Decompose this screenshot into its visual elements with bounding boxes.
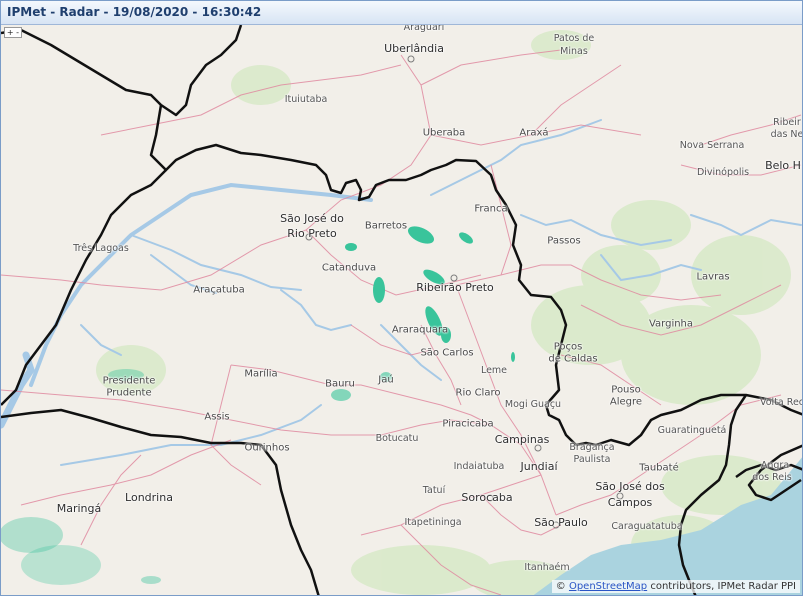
map-label: Três Lagoas	[73, 242, 129, 254]
map-label: Araraquara	[391, 324, 449, 336]
openstreetmap-link[interactable]: OpenStreetMap	[569, 581, 647, 592]
map-label: Jundiaí	[520, 459, 558, 473]
map-label: Nova Serrana	[679, 139, 745, 151]
map-label: Rio Preto	[287, 226, 337, 240]
map-label: Taubaté	[639, 462, 679, 474]
window-title: IPMet - Radar - 19/08/2020 - 16:30:42	[7, 5, 262, 19]
map-label: Poços	[553, 341, 583, 353]
map-base-layer	[1, 25, 802, 595]
map-label: Guaratinguetá	[657, 424, 727, 436]
map-label: Botucatu	[375, 432, 419, 444]
map-label: São José do	[280, 211, 344, 225]
map-label: Angra	[760, 459, 790, 471]
map-label: Indaiatuba	[453, 460, 505, 472]
map-label: Volta Rec	[759, 396, 803, 408]
map-label: Divinópolis	[696, 166, 750, 178]
map-label: de Caldas	[548, 353, 598, 365]
radar-map[interactable]: Araguari Patos de Minas Uberlândia Ituiu…	[1, 25, 803, 595]
map-attribution: © OpenStreetMap contributors, IPMet Rada…	[551, 580, 800, 593]
map-label: Barretos	[364, 220, 408, 232]
map-label: Leme	[480, 364, 508, 376]
radar-window: IPMet - Radar - 19/08/2020 - 16:30:42 Ar…	[0, 0, 803, 596]
map-label: Belo H	[765, 158, 801, 172]
map-label: Franca	[474, 203, 508, 215]
map-label: Uberlândia	[384, 41, 444, 55]
map-label: Campos	[607, 495, 653, 509]
map-label: Bragança	[569, 441, 615, 453]
map-label: Alegre	[609, 396, 643, 408]
map-label: Londrina	[125, 490, 173, 504]
map-label: Maringá	[56, 501, 102, 515]
map-label: Araçatuba	[193, 284, 245, 296]
map-label: Lavras	[696, 271, 730, 283]
map-label: Rio Claro	[455, 387, 501, 399]
map-label: Paulista	[573, 453, 611, 465]
map-label: Tatuí	[422, 484, 446, 496]
map-label: Itapetininga	[404, 516, 462, 528]
map-label: Marília	[244, 368, 278, 380]
map-label: Caraguatatuba	[611, 520, 683, 532]
map-label: Patos de	[553, 32, 595, 44]
map-label: das Ne	[770, 128, 803, 140]
map-label: Passos	[547, 235, 581, 247]
map-label: Presidente	[102, 375, 156, 387]
map-label: dos Reis	[752, 471, 792, 483]
map-label: São José dos	[595, 479, 665, 493]
map-label: Ribeir	[773, 116, 801, 128]
map-label: Varginha	[648, 318, 694, 330]
map-label: Assis	[204, 411, 230, 423]
map-label: Ourinhos	[244, 442, 290, 454]
map-label: Prudente	[106, 387, 152, 399]
map-label: Araxá	[519, 127, 549, 139]
map-label: Bauru	[325, 378, 355, 390]
map-label: Minas	[560, 45, 588, 57]
map-label: Ribeirão Preto	[416, 280, 494, 294]
title-bar: IPMet - Radar - 19/08/2020 - 16:30:42	[1, 1, 802, 25]
map-label: Araguari	[403, 25, 445, 33]
map-label: Pouso	[611, 384, 641, 396]
map-label: Jaú	[378, 374, 394, 386]
map-label: Itanhaém	[524, 561, 570, 573]
map-label: Piracicaba	[442, 418, 494, 430]
zoom-control[interactable]: + -	[4, 27, 22, 38]
map-label: São Paulo	[534, 515, 588, 529]
map-label: Mogi Guaçu	[504, 398, 562, 410]
attribution-suffix: contributors, IPMet Radar PPI	[647, 581, 796, 592]
map-label: Sorocaba	[461, 490, 513, 504]
attribution-prefix: ©	[555, 581, 569, 592]
map-label: Campinas	[494, 432, 550, 446]
map-label: Catanduva	[321, 262, 377, 274]
map-label: Ituiutaba	[284, 93, 328, 105]
map-label: Uberaba	[422, 127, 466, 139]
map-label: São Carlos	[420, 347, 474, 359]
